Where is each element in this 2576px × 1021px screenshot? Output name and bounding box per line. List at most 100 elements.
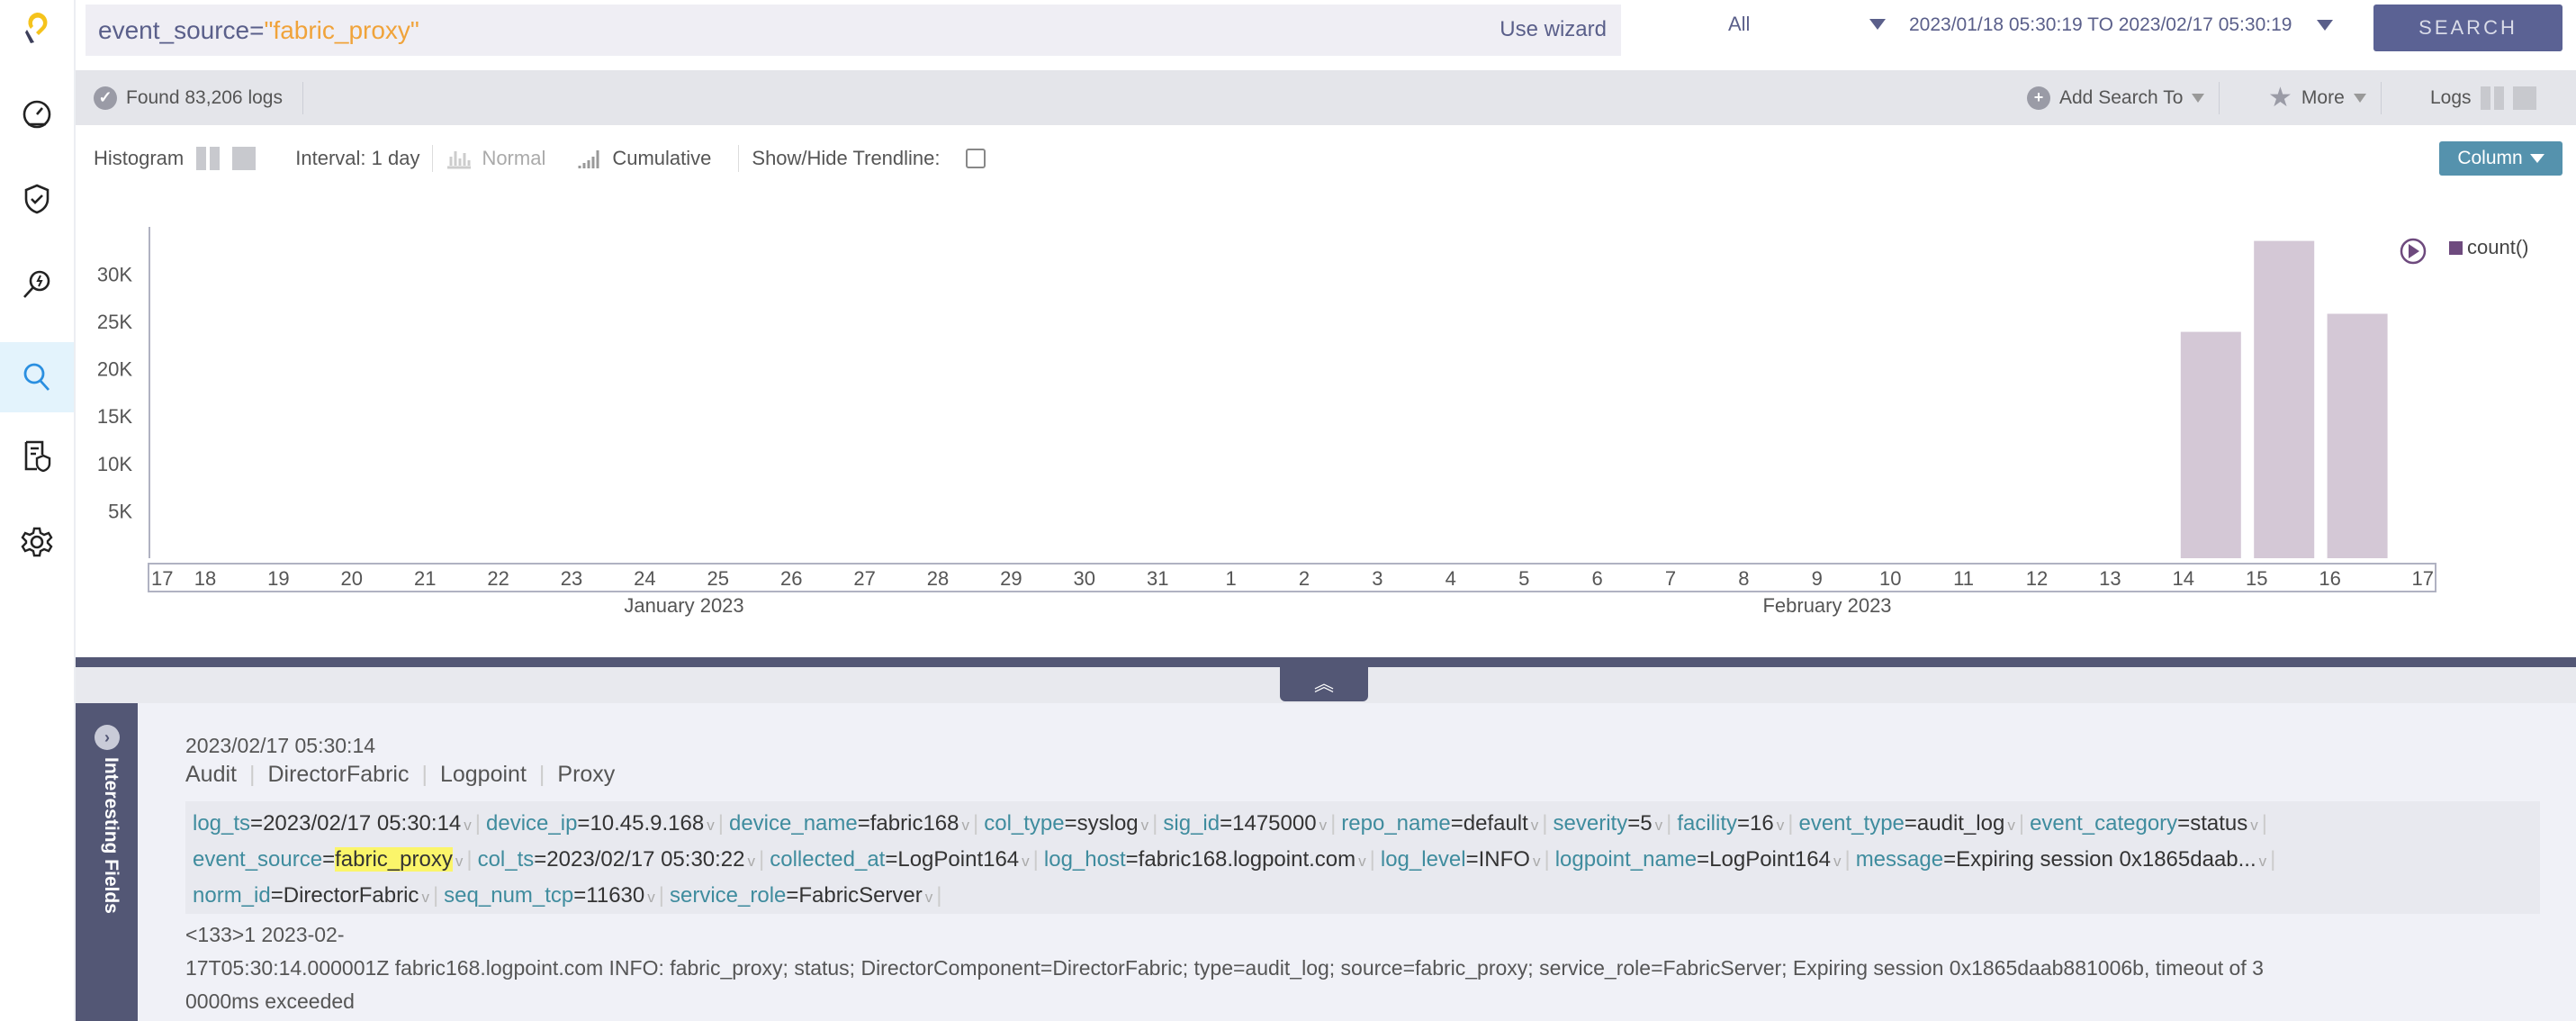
field-device-ip[interactable]: device_ip=10.45.9.168v| (486, 811, 729, 836)
search-query-input[interactable]: event_source="fabric_proxy" Use wizard (86, 5, 1621, 56)
field-value[interactable]: 2023/02/17 05:30:14 (263, 811, 461, 836)
field-log-ts[interactable]: log_ts=2023/02/17 05:30:14v| (193, 811, 486, 836)
chevron-down-icon[interactable]: v (1141, 817, 1149, 834)
chevron-down-icon[interactable]: v (647, 889, 655, 906)
collapse-chart-button[interactable]: ︽ (1280, 664, 1368, 701)
repo-select[interactable]: All (1728, 13, 1886, 36)
field-collected-at[interactable]: collected_at=LogPoint164v| (770, 847, 1044, 872)
chevron-down-icon[interactable]: v (2259, 853, 2267, 870)
sidebar-item-search[interactable] (0, 342, 74, 412)
sidebar-item-dashboard[interactable] (0, 78, 74, 149)
field-value[interactable]: Expiring session 0x1865daab... (1956, 847, 2256, 872)
chart-legend[interactable]: count() (2401, 236, 2528, 263)
field-service-role[interactable]: service_role=FabricServerv| (670, 883, 948, 908)
field-key[interactable]: severity (1554, 811, 1628, 836)
field-value[interactable]: LogPoint164 (897, 847, 1019, 872)
field-col-type[interactable]: col_type=syslogv| (984, 811, 1163, 836)
chevron-down-icon[interactable]: v (2250, 817, 2258, 834)
sidebar-item-incidents[interactable] (0, 164, 74, 234)
chevron-down-icon[interactable]: v (748, 853, 756, 870)
sidebar-item-settings[interactable] (0, 507, 74, 577)
chevron-down-icon[interactable]: v (1320, 817, 1328, 834)
field-value[interactable]: 2023/02/17 05:30:22 (546, 847, 744, 872)
field-key[interactable]: collected_at (770, 847, 885, 872)
chevron-down-icon[interactable]: v (1655, 817, 1663, 834)
field-event-source[interactable]: event_source=fabric_proxyv| (193, 847, 478, 872)
chevron-down-icon[interactable]: v (464, 817, 472, 834)
field-value[interactable]: 1475000 (1232, 811, 1316, 836)
field-key[interactable]: log_level (1381, 847, 1466, 872)
field-key[interactable]: message (1856, 847, 1943, 872)
sidebar-item-reports[interactable] (0, 421, 74, 492)
cumulative-mode-button[interactable]: Cumulative (576, 147, 711, 170)
field-key[interactable]: facility (1677, 811, 1737, 836)
field-log-level[interactable]: log_level=INFOv| (1381, 847, 1555, 872)
interesting-fields-panel[interactable]: › Interesting Fields (76, 703, 138, 1021)
field-value[interactable]: status (2190, 811, 2247, 836)
chevron-down-icon[interactable]: v (421, 889, 429, 906)
chevron-down-icon[interactable]: v (707, 817, 715, 834)
field-value[interactable]: fabric168.logpoint.com (1139, 847, 1356, 872)
add-search-to-menu[interactable]: + Add Search To (2027, 70, 2220, 125)
logpoint-logo[interactable] (0, 0, 74, 63)
histogram-split-icon[interactable] (196, 147, 220, 170)
more-menu[interactable]: ★ More (2268, 70, 2382, 125)
normal-mode-button[interactable]: Normal (446, 147, 545, 170)
field-event-category[interactable]: event_category=statusv| (2030, 811, 2273, 836)
field-value[interactable]: INFO (1479, 847, 1530, 872)
chevron-down-icon[interactable]: v (1533, 853, 1541, 870)
field-key[interactable]: col_ts (478, 847, 535, 872)
field-value[interactable]: LogPoint164 (1709, 847, 1831, 872)
log-tag[interactable]: Logpoint (440, 762, 527, 788)
field-value[interactable]: 16 (1750, 811, 1774, 836)
histogram-bar[interactable] (2181, 332, 2241, 558)
field-event-type[interactable]: event_type=audit_logv| (1798, 811, 2030, 836)
field-key[interactable]: log_host (1044, 847, 1126, 872)
field-key[interactable]: logpoint_name (1555, 847, 1697, 872)
field-value[interactable]: 10.45.9.168 (590, 811, 704, 836)
chevron-down-icon[interactable]: v (1833, 853, 1842, 870)
trendline-checkbox[interactable] (966, 149, 986, 168)
field-value[interactable]: syslog (1077, 811, 1139, 836)
field-col-ts[interactable]: col_ts=2023/02/17 05:30:22v| (478, 847, 770, 872)
chevron-down-icon[interactable]: v (961, 817, 969, 834)
field-key[interactable]: service_role (670, 883, 786, 908)
field-key[interactable]: sig_id (1163, 811, 1220, 836)
field-facility[interactable]: facility=16v| (1677, 811, 1798, 836)
field-key[interactable]: event_source (193, 847, 322, 872)
field-repo-name[interactable]: repo_name=defaultv| (1341, 811, 1553, 836)
field-value[interactable]: fabric168 (870, 811, 959, 836)
field-norm-id[interactable]: norm_id=DirectorFabricv| (193, 883, 444, 908)
use-wizard-link[interactable]: Use wizard (1500, 17, 1607, 42)
chevron-down-icon[interactable]: v (2007, 817, 2015, 834)
field-device-name[interactable]: device_name=fabric168v| (729, 811, 984, 836)
log-tag[interactable]: Audit (185, 762, 237, 788)
chevron-down-icon[interactable]: v (1022, 853, 1030, 870)
field-value[interactable]: 11630 (586, 883, 644, 908)
field-key[interactable]: norm_id (193, 883, 271, 908)
split-view-icon[interactable] (2481, 86, 2504, 110)
field-value[interactable]: FabricServer (798, 883, 922, 908)
field-value[interactable]: audit_log (1917, 811, 2004, 836)
chevron-down-icon[interactable]: v (1358, 853, 1366, 870)
field-value[interactable]: fabric_proxy (335, 847, 453, 872)
field-log-host[interactable]: log_host=fabric168.logpoint.comv| (1044, 847, 1381, 872)
field-key[interactable]: col_type (984, 811, 1064, 836)
chevron-right-circle-icon[interactable]: › (95, 725, 120, 750)
sidebar-item-threat-hunting[interactable] (0, 249, 74, 320)
chevron-down-icon[interactable]: v (1777, 817, 1785, 834)
field-sig-id[interactable]: sig_id=1475000v| (1163, 811, 1341, 836)
field-key[interactable]: repo_name (1341, 811, 1450, 836)
chevron-down-icon[interactable]: v (925, 889, 933, 906)
field-logpoint-name[interactable]: logpoint_name=LogPoint164v| (1555, 847, 1856, 872)
chevron-down-icon[interactable]: v (455, 853, 464, 870)
field-key[interactable]: seq_num_tcp (444, 883, 573, 908)
field-key[interactable]: device_name (729, 811, 858, 836)
chevron-down-icon[interactable]: v (1531, 817, 1539, 834)
log-tag[interactable]: DirectorFabric (267, 762, 409, 788)
histogram-bar[interactable] (2254, 241, 2314, 558)
histogram-bar[interactable] (2328, 314, 2388, 558)
field-message[interactable]: message=Expiring session 0x1865daab...v| (1856, 847, 2282, 872)
time-range-select[interactable]: 2023/01/18 05:30:19 TO 2023/02/17 05:30:… (1909, 14, 2333, 36)
field-value[interactable]: 5 (1640, 811, 1652, 836)
